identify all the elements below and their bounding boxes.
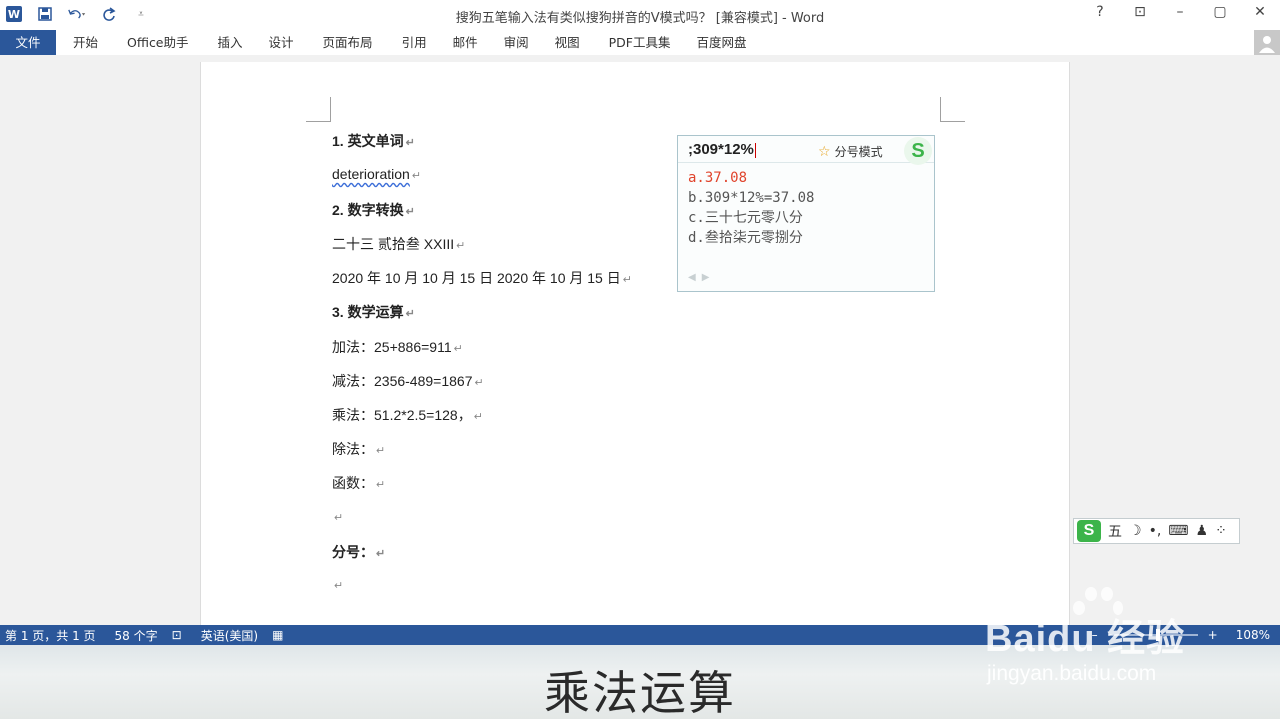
zoom-slider-thumb[interactable]: [1155, 629, 1160, 641]
maximize-button[interactable]: ▢: [1210, 4, 1230, 20]
tab-office-assistant[interactable]: Office助手: [111, 30, 202, 55]
tab-insert[interactable]: 插入: [202, 30, 256, 55]
tab-pdf-tools[interactable]: PDF工具集: [593, 30, 684, 55]
doc-line-empty[interactable]: ↵: [332, 508, 343, 524]
help-button[interactable]: ?: [1090, 4, 1110, 20]
language-indicator[interactable]: 英语(美国): [196, 627, 272, 644]
margin-corner-right: [940, 97, 965, 122]
tab-file[interactable]: 文件: [0, 30, 56, 55]
tab-home[interactable]: 开始: [56, 30, 111, 55]
document-title: 搜狗五笔输入法有类似搜狗拼音的V模式吗？ [兼容模式] - Word: [455, 11, 825, 26]
tab-design[interactable]: 设计: [256, 30, 307, 55]
user-avatar-icon[interactable]: [1254, 30, 1280, 55]
sogou-logo-icon: S: [904, 137, 932, 165]
window-controls: ? ⊡ – ▢ ✕: [1090, 4, 1270, 20]
tab-review[interactable]: 审阅: [491, 30, 542, 55]
doc-line-heading-1[interactable]: 1. 英文单词 ↵: [332, 131, 415, 151]
zoom-level[interactable]: 108%: [1236, 628, 1270, 642]
doc-line-heading-2[interactable]: 2. 数字转换 ↵: [332, 200, 415, 220]
ime-candidate[interactable]: d.叁拾柒元零捌分: [688, 228, 814, 248]
doc-line-dates[interactable]: 2020 年 10 月 10 月 15 日 2020 年 10 月 15 日 ↵: [332, 268, 632, 288]
ime-candidate[interactable]: c.三十七元零八分: [688, 208, 814, 228]
star-icon: ☆: [818, 143, 831, 160]
zoom-out-button[interactable]: –: [1092, 628, 1098, 642]
spellcheck-word: deterioration: [332, 166, 410, 182]
zoom-in-button[interactable]: +: [1208, 628, 1218, 642]
doc-line-addition[interactable]: 加法：25+886=911 ↵: [332, 337, 463, 357]
keyboard-icon[interactable]: ⌨: [1168, 523, 1188, 539]
user-skin-icon[interactable]: ♟: [1196, 523, 1209, 539]
doc-line-multiplication[interactable]: 乘法：51.2*2.5=128， ↵: [332, 405, 483, 425]
ime-composition-input: ;309*12%: [688, 141, 756, 158]
ime-candidate-window: ;309*12% ☆ 分号模式 S a.37.08 b.309*12%=37.0…: [677, 135, 935, 292]
zoom-controls: – + 108%: [1092, 625, 1270, 645]
status-bar: 第 1 页，共 1 页 58 个字 ⊡ 英语(美国) ▦ – + 108%: [0, 625, 1280, 645]
proofing-icon[interactable]: ⊡: [172, 628, 196, 642]
zoom-slider[interactable]: [1107, 629, 1198, 641]
doc-line-heading-3[interactable]: 3. 数学运算 ↵: [332, 302, 415, 322]
video-caption: 乘法运算: [544, 666, 736, 719]
tab-references[interactable]: 引用: [386, 30, 440, 55]
tab-baidu-netdisk[interactable]: 百度网盘: [683, 30, 759, 55]
tab-mailings[interactable]: 邮件: [440, 30, 491, 55]
punctuation-icon[interactable]: •,: [1149, 523, 1162, 539]
tab-view[interactable]: 视图: [542, 30, 593, 55]
ime-prev-page-icon[interactable]: ◀: [688, 272, 696, 283]
doc-line-division[interactable]: 除法： ↵: [332, 439, 385, 459]
document-page[interactable]: [200, 62, 1070, 625]
doc-line-number-convert[interactable]: 二十三 贰拾叁 XXIII ↵: [332, 234, 465, 254]
title-bar: W ⩡ 搜狗五笔输入法有类似搜狗拼音的V模式吗？ [兼容模式] - Word ?…: [0, 0, 1280, 30]
tab-page-layout[interactable]: 页面布局: [307, 30, 386, 55]
word-count[interactable]: 58 个字: [110, 627, 172, 644]
ime-mode-label: 分号模式: [834, 145, 883, 159]
ime-next-page-icon[interactable]: ▶: [702, 272, 710, 283]
ime-candidate[interactable]: b.309*12%=37.08: [688, 188, 814, 208]
macro-record-icon[interactable]: ▦: [272, 628, 297, 642]
ime-wubi-mode-button[interactable]: 五: [1108, 521, 1122, 541]
ime-page-nav: ◀ ▶: [688, 272, 709, 283]
ribbon-tabs: 文件 开始 Office助手 插入 设计 页面布局 引用 邮件 审阅 视图 PD…: [0, 30, 1280, 55]
doc-line-semicolon[interactable]: 分号： ↵: [332, 542, 385, 562]
doc-line-function[interactable]: 函数： ↵: [332, 473, 385, 493]
margin-corner-left: [306, 97, 331, 122]
toolbox-icon[interactable]: ⁘: [1215, 523, 1227, 539]
sogou-toolbar-logo-icon[interactable]: S: [1077, 520, 1101, 542]
doc-line-english-word[interactable]: deterioration ↵: [332, 166, 421, 182]
ime-mode-indicator: ☆ 分号模式: [818, 143, 883, 160]
ime-status-toolbar: S 五 ☽ •, ⌨ ♟ ⁘: [1073, 518, 1240, 544]
half-width-moon-icon[interactable]: ☽: [1129, 523, 1142, 539]
minimize-button[interactable]: –: [1170, 4, 1190, 20]
video-caption-area: 乘法运算: [0, 645, 1280, 719]
page-count[interactable]: 第 1 页，共 1 页: [0, 627, 110, 644]
ime-candidate[interactable]: a.37.08: [688, 168, 814, 188]
close-button[interactable]: ✕: [1250, 4, 1270, 20]
doc-line-subtraction[interactable]: 减法：2356-489=1867 ↵: [332, 371, 484, 391]
ime-candidate-list: a.37.08 b.309*12%=37.08 c.三十七元零八分 d.叁拾柒元…: [688, 168, 814, 248]
doc-line-empty-last[interactable]: ↵: [332, 576, 343, 592]
ribbon-display-button[interactable]: ⊡: [1130, 4, 1150, 20]
ime-composition-bar: ;309*12% ☆ 分号模式 S: [678, 136, 934, 165]
